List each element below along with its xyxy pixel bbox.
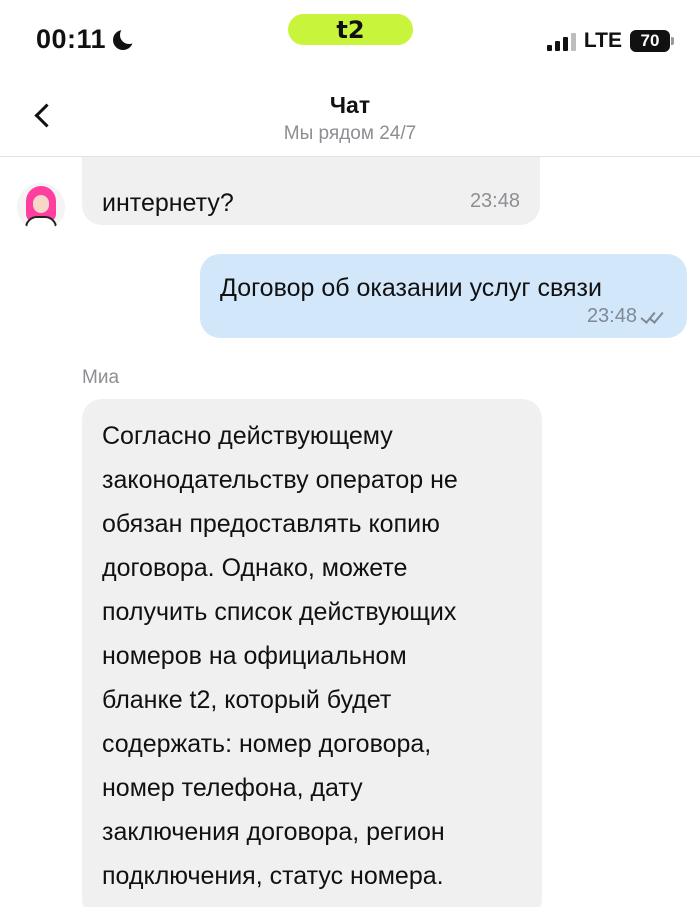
chat-screen: 00:11 t2 LTE 70 Чат Мы рядом 24/7 интерн… [0,0,700,907]
message-line: договора. Однако, можете [102,554,408,582]
message-line: обязан предоставлять копию [102,510,440,538]
incoming-message-bubble[interactable]: интернету? 23:48 [82,157,540,225]
status-indicators: LTE 70 [546,29,674,53]
network-type: LTE [583,29,622,52]
message-meta: 23:48 [587,306,665,326]
moon-icon [112,25,139,51]
carrier-logo-text: t2 [336,15,365,44]
chat-subtitle: Мы рядом 24/7 [283,123,417,144]
message-time: 23:48 [586,305,637,327]
message-line: подключения, статус номера. [102,862,444,890]
message-line: получить список действующих [102,598,457,626]
message-line: заключения договора, регион [102,818,445,846]
status-bar: 00:11 t2 LTE 70 [0,0,700,80]
message-line: содержать: номер договора, [102,730,432,758]
message-text [102,157,520,181]
signal-icon [546,31,576,51]
status-time-text: 00:11 [36,24,107,54]
message-time: 23:48 [469,190,520,212]
t2-logo-pill: t2 [288,14,413,45]
chat-title: Чат [329,92,371,118]
double-check-icon [641,309,665,323]
message-list[interactable]: интернету? 23:48 Договор об оказании усл… [0,157,700,907]
message-line: бланке t2, который будет [102,686,392,714]
outgoing-message-bubble[interactable]: Договор об оказании услуг связи 23:48 [200,254,687,338]
battery-level: 70 [640,31,660,50]
message-line: номер телефона, дату [102,774,363,802]
message-text-partial: интернету? [102,189,234,217]
battery-icon: 70 [630,30,674,52]
incoming-message-bubble[interactable]: Согласно действующему законодательству о… [82,399,542,907]
message-line: номеров на официальном [102,642,407,670]
status-time: 00:11 [36,24,139,55]
sender-name: Миа [82,367,120,388]
avatar [17,183,65,231]
message-line: Согласно действующему [102,422,393,450]
message-text: Договор об оказании услуг связи [220,274,602,302]
message-line: законодательству оператор не [102,466,458,494]
chat-header: Чат Мы рядом 24/7 [0,80,700,157]
